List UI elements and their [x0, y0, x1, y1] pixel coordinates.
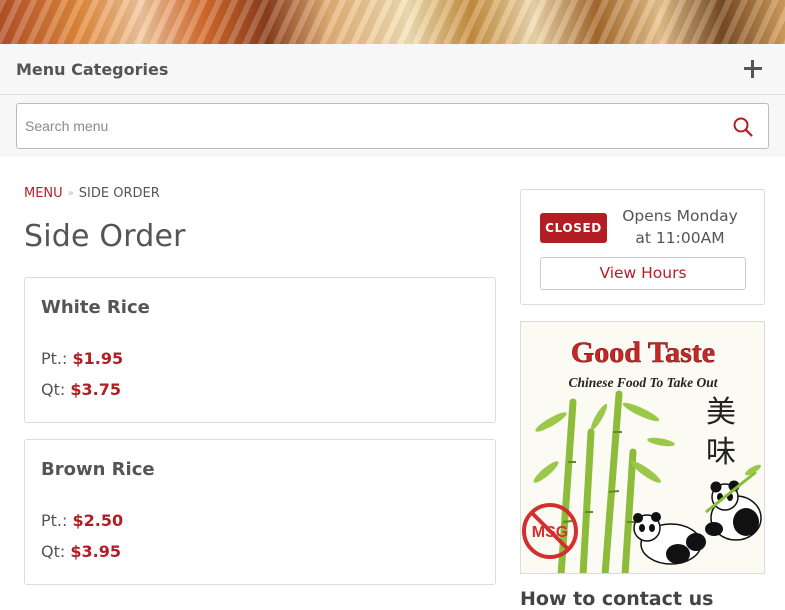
price-row: Pt.: $1.95 — [41, 349, 123, 368]
hero-banner-image — [0, 0, 785, 44]
breadcrumb: MENU » SIDE ORDER — [24, 186, 160, 201]
search-box — [16, 103, 769, 149]
price-value: $1.95 — [72, 349, 124, 368]
plus-icon[interactable] — [740, 56, 766, 82]
menu-item-card[interactable]: White Rice Pt.: $1.95 Qt: $3.75 — [24, 277, 496, 423]
hours-card: CLOSED Opens Monday at 11:00AM View Hour… — [520, 189, 765, 305]
search-section — [0, 95, 785, 157]
opens-line-2: at 11:00AM — [635, 229, 725, 247]
page-title: Side Order — [24, 219, 186, 254]
breadcrumb-separator-icon: » — [67, 188, 74, 199]
search-icon[interactable] — [732, 116, 754, 138]
logo-tagline-text: Chinese Food To Take Out — [568, 375, 718, 390]
price-row: Pt.: $2.50 — [41, 511, 123, 530]
breadcrumb-menu-link[interactable]: MENU — [24, 186, 63, 201]
logo-title-text: Good Taste — [571, 336, 715, 369]
price-size: Qt: — [41, 380, 66, 399]
price-value: $3.75 — [70, 380, 121, 399]
search-input[interactable] — [17, 104, 707, 148]
price-size: Pt.: — [41, 511, 68, 530]
opens-text: Opens Monday at 11:00AM — [613, 205, 747, 249]
menu-item-card[interactable]: Brown Rice Pt.: $2.50 Qt: $3.95 — [24, 439, 496, 585]
menu-categories-bar[interactable]: Menu Categories — [0, 44, 785, 95]
menu-categories-title: Menu Categories — [16, 60, 169, 79]
price-row: Qt: $3.75 — [41, 380, 121, 399]
status-badge: CLOSED — [540, 213, 607, 243]
price-value: $2.50 — [72, 511, 124, 530]
breadcrumb-current: SIDE ORDER — [78, 186, 160, 201]
logo-chinese-char-2: 味 — [706, 435, 736, 470]
opens-line-1: Opens Monday — [622, 207, 738, 225]
item-name: Brown Rice — [41, 459, 155, 480]
item-name: White Rice — [41, 297, 150, 318]
contact-heading: How to contact us — [520, 588, 714, 610]
price-value: $3.95 — [70, 542, 121, 561]
price-size: Pt.: — [41, 349, 68, 368]
view-hours-button[interactable]: View Hours — [540, 257, 746, 290]
logo-chinese-char-1: 美 — [706, 395, 736, 430]
restaurant-logo-image: Good Taste Chinese Food To Take Out 美 味 … — [520, 321, 765, 574]
price-row: Qt: $3.95 — [41, 542, 121, 561]
price-size: Qt: — [41, 542, 66, 561]
